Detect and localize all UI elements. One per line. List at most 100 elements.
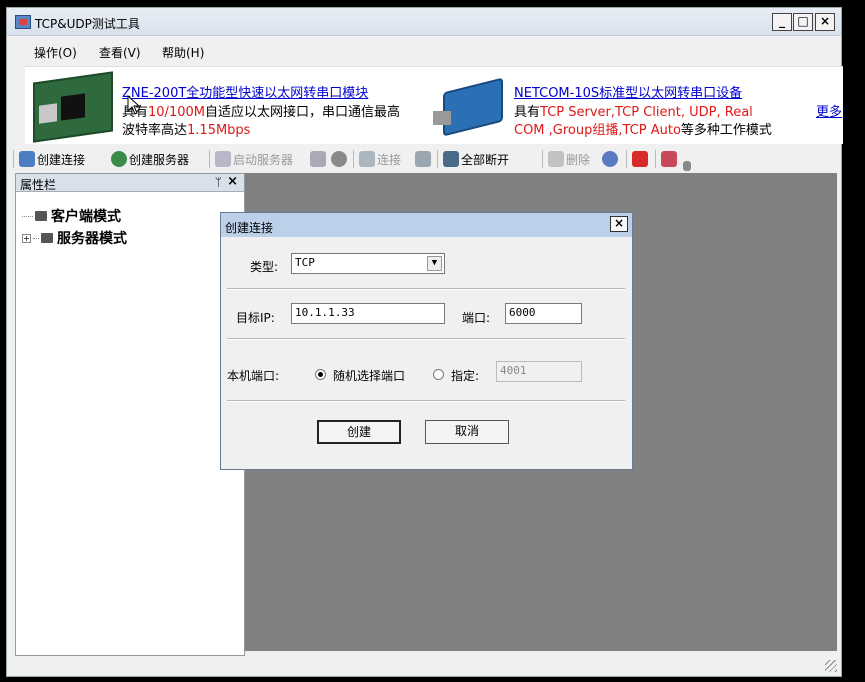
resize-grip-icon[interactable]: [825, 660, 837, 672]
tree-item-label: 客户端模式: [51, 209, 121, 225]
zne-board-image[interactable]: [33, 71, 113, 143]
promo2-highlight2: COM ,Group组播,TCP Auto: [514, 123, 681, 138]
menu-bar: 操作(O) 查看(V) 帮助(H): [7, 40, 841, 62]
pin-icon[interactable]: ᛘ: [215, 175, 222, 189]
options-button[interactable]: [602, 149, 620, 169]
exit-icon: [661, 151, 677, 167]
promo1-link[interactable]: ZNE-200T全功能型快速以太网转串口模块: [122, 82, 368, 101]
menu-operate[interactable]: 操作(O): [34, 44, 77, 61]
create-button[interactable]: 创建: [317, 420, 401, 444]
port-shape: [39, 103, 57, 124]
target-ip-input[interactable]: 10.1.1.33: [291, 303, 445, 324]
promo1-highlight: 10/100M: [148, 105, 205, 120]
toolbar: 创建连接 创建服务器 启动服务器 连接 全部断开 删除: [7, 146, 843, 172]
device-body-shape: [443, 77, 503, 137]
dialog-title-bar[interactable]: 创建连接 ×: [221, 213, 632, 237]
chip-shape: [61, 93, 85, 121]
stop-server-button[interactable]: [310, 149, 328, 169]
create-connection-button[interactable]: 创建连接: [19, 149, 85, 169]
promo1-line2: 波特率高达1.15Mbps: [122, 119, 250, 138]
create-server-label: 创建服务器: [129, 152, 190, 167]
power-button[interactable]: [632, 149, 650, 169]
server-globe-icon: [111, 151, 127, 167]
promo1-line1: 具有10/100M自适应以太网接口，串口通信最高: [122, 101, 400, 120]
port-label: 端口:: [462, 311, 491, 325]
create-connection-label: 创建连接: [37, 152, 86, 167]
divider: [227, 288, 625, 290]
device-connector-shape: [433, 111, 451, 125]
delete-icon: [548, 151, 564, 167]
toolbar-grip: [13, 150, 14, 168]
create-server-button[interactable]: 创建服务器: [111, 149, 189, 169]
specify-label[interactable]: 指定:: [451, 367, 479, 384]
port-input[interactable]: 6000: [505, 303, 582, 324]
client-node-icon: [35, 211, 47, 221]
toolbar-separator: [209, 150, 210, 168]
menu-view[interactable]: 查看(V): [99, 44, 141, 61]
connect-icon: [359, 151, 375, 167]
promo2-text2: 等多种工作模式: [680, 123, 772, 138]
divider: [227, 338, 625, 340]
random-port-label[interactable]: 随机选择端口: [333, 367, 405, 384]
property-panel: 属性栏 ᛘ × 客户端模式 + 服务器模式: [15, 173, 245, 656]
more-link[interactable]: 更多: [816, 101, 842, 120]
toolbar-separator-4: [542, 150, 543, 168]
menu-help[interactable]: 帮助(H): [162, 44, 204, 61]
start-server-label: 启动服务器: [233, 152, 294, 167]
toolbar-separator-2: [353, 150, 354, 168]
promo2-link[interactable]: NETCOM-10S标准型以太网转串口设备: [514, 82, 742, 101]
overflow-chevron-icon: [683, 161, 691, 171]
dialog-close-button[interactable]: ×: [610, 216, 628, 232]
close-button[interactable]: ×: [815, 13, 835, 31]
type-select[interactable]: TCP ▼: [291, 253, 445, 274]
delete-button[interactable]: 删除: [548, 149, 590, 169]
disconnect-all-label: 全部断开: [461, 152, 510, 167]
specify-port-input[interactable]: 4001: [496, 361, 582, 382]
toolbar-separator-6: [655, 150, 656, 168]
cancel-circle-icon: [331, 151, 347, 167]
disconnect-icon: [415, 151, 431, 167]
promo2-text: 具有: [514, 105, 541, 120]
panel-close-icon[interactable]: ×: [227, 174, 238, 189]
disconnect-all-button[interactable]: 全部断开: [443, 149, 509, 169]
mouse-cursor-icon: [127, 95, 141, 115]
new-connection-icon: [19, 151, 35, 167]
disconnect-all-icon: [443, 151, 459, 167]
power-icon: [632, 151, 648, 167]
stop-server-icon: [310, 151, 326, 167]
type-label: 类型:: [250, 260, 279, 274]
toolbar-separator-3: [437, 150, 438, 168]
maximize-button[interactable]: □: [793, 13, 813, 31]
cancel-server-button[interactable]: [331, 149, 349, 169]
title-bar[interactable]: TCP&UDP测试工具 _ □ ×: [7, 8, 841, 36]
dialog-title: 创建连接: [225, 221, 274, 235]
start-server-button[interactable]: 启动服务器: [215, 149, 293, 169]
panel-title: 属性栏: [20, 178, 57, 192]
toolbar-separator-5: [626, 150, 627, 168]
options-gear-icon: [602, 151, 618, 167]
minimize-button[interactable]: _: [772, 13, 792, 31]
tree-connector: [22, 215, 33, 217]
promo2-line2: COM ,Group组播,TCP Auto等多种工作模式: [514, 119, 772, 138]
tree-connector: [33, 237, 39, 239]
ad-banner: ZNE-200T全功能型快速以太网转串口模块 具有10/100M自适应以太网接口…: [25, 66, 843, 144]
target-ip-label: 目标IP:: [236, 311, 275, 325]
dropdown-arrow-icon[interactable]: ▼: [427, 256, 442, 271]
tree-item-client-mode[interactable]: 客户端模式: [22, 206, 121, 226]
expand-icon[interactable]: +: [22, 233, 31, 243]
panel-header: 属性栏 ᛘ ×: [16, 174, 244, 192]
status-bar: [7, 652, 841, 676]
tree-item-server-mode[interactable]: + 服务器模式: [22, 228, 127, 248]
start-server-icon: [215, 151, 231, 167]
exit-button[interactable]: [661, 149, 679, 169]
disconnect-button[interactable]: [415, 149, 433, 169]
random-port-radio[interactable]: [315, 369, 326, 380]
tree-item-label: 服务器模式: [57, 231, 127, 247]
cancel-button[interactable]: 取消: [425, 420, 509, 444]
netcom-device-image[interactable]: [433, 77, 513, 137]
specify-port-radio[interactable]: [433, 369, 444, 380]
promo1-highlight2: 1.15Mbps: [187, 123, 251, 138]
connect-button[interactable]: 连接: [359, 149, 401, 169]
window-title: TCP&UDP测试工具: [35, 17, 140, 31]
connect-label: 连接: [377, 152, 402, 167]
